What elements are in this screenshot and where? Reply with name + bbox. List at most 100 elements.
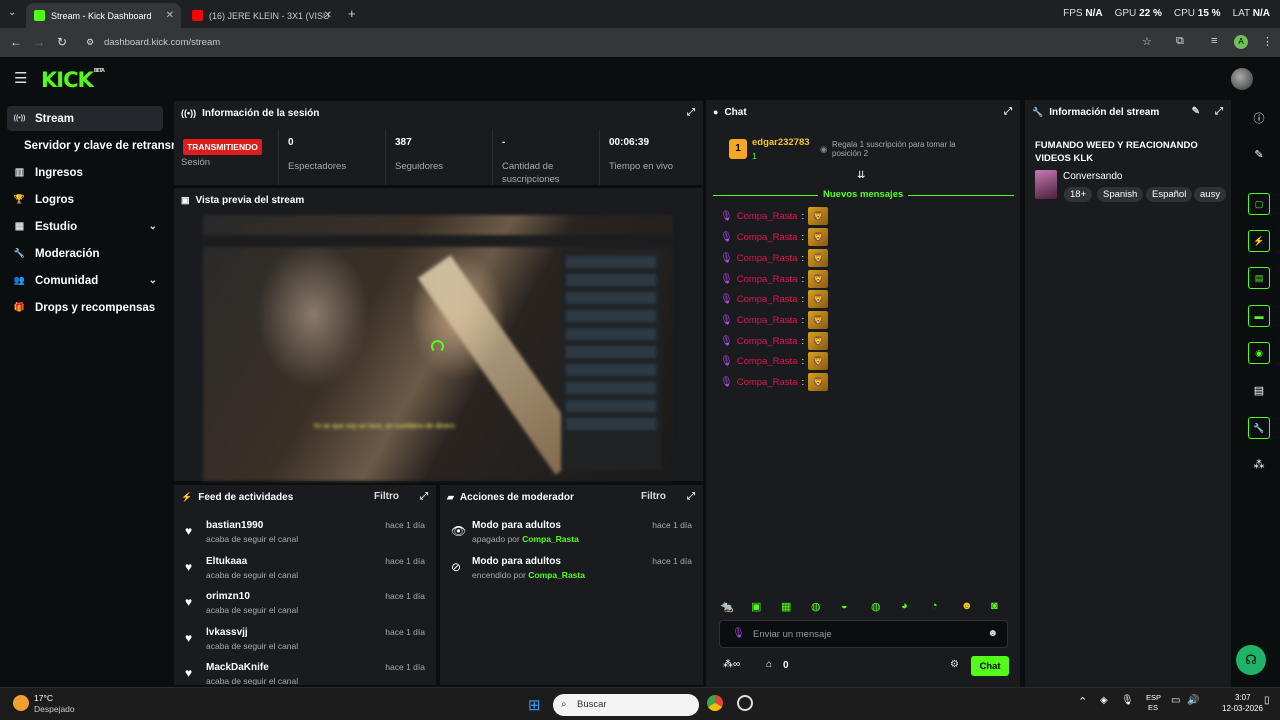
taskbar-search[interactable]: ⌕ Buscar: [553, 694, 699, 716]
sidebar-item-comunidad[interactable]: 👥 Comunidad ⌄: [7, 268, 163, 293]
stat-followers: 387 Seguidores: [395, 137, 444, 172]
language-region[interactable]: ES: [1148, 703, 1158, 712]
server-icon[interactable]: ▤: [1248, 379, 1270, 401]
tab-kick-dashboard[interactable]: Stream - Kick Dashboard ✕: [26, 3, 181, 28]
info-icon[interactable]: ⓘ: [1248, 107, 1270, 129]
sidebar-item-moderacion[interactable]: 🔧 Moderación: [7, 241, 163, 266]
wrench-icon: 🔧: [1032, 106, 1044, 117]
mic-badge-icon: 🎙: [720, 210, 733, 222]
emote-icon[interactable]: ◕: [901, 600, 908, 612]
popout-icon[interactable]: ⤢: [1004, 106, 1012, 117]
volume-icon[interactable]: 🔊: [1187, 695, 1199, 706]
reading-list-icon[interactable]: ≡: [1211, 35, 1217, 47]
document-icon[interactable]: ▤: [1248, 267, 1270, 289]
tab-search-chevron-icon[interactable]: ⌄: [8, 7, 16, 18]
emote-icon[interactable]: ☻: [961, 600, 973, 612]
popout-icon[interactable]: ⤢: [420, 491, 428, 502]
chat-viewers-count: 0: [783, 660, 789, 671]
bookmark-star-icon[interactable]: ☆: [1142, 35, 1152, 48]
url-field[interactable]: dashboard.kick.com/stream: [104, 37, 220, 48]
category-thumbnail[interactable]: [1035, 170, 1057, 199]
back-arrow-icon[interactable]: ←: [10, 35, 22, 49]
chat-message: 🎙 Compa_Rasta: 🦁: [720, 352, 829, 370]
new-messages-label: Nuevos mensajes: [818, 189, 909, 200]
pinned-user[interactable]: edgar232783: [752, 137, 810, 148]
emote-icon[interactable]: ◔: [931, 600, 938, 612]
lightning-icon: ⚡: [181, 491, 193, 502]
chat-send-button[interactable]: Chat: [971, 656, 1009, 676]
popout-icon[interactable]: ⤢: [1215, 106, 1223, 117]
list-item: ⊘ Modo para adultos encendido por Compa_…: [451, 556, 692, 580]
sidebar-item-server-key[interactable]: Servidor y clave de retransm: [7, 133, 177, 158]
close-tab-icon[interactable]: ✕: [324, 10, 332, 21]
chat-message: 🎙 Compa_Rasta: 🦁: [720, 311, 829, 329]
windows-start-icon[interactable]: ⊞: [528, 696, 541, 714]
sidebar-item-logros[interactable]: 🏆 Logros: [7, 187, 163, 212]
tray-app-icon[interactable]: ◈: [1100, 695, 1108, 706]
sidebar-item-drops[interactable]: 🎁 Drops y recompensas: [7, 295, 163, 320]
sidebar-item-estudio[interactable]: ▦ Estudio ⌄: [7, 214, 163, 239]
kick-logo[interactable]: KICKBETA: [41, 68, 105, 92]
screen-icon[interactable]: ▢: [1248, 193, 1270, 215]
chat-message-input[interactable]: 🎙 Enviar un mensaje ☻: [719, 620, 1008, 648]
reload-icon[interactable]: ↻: [57, 35, 67, 49]
weather-sun-icon[interactable]: [13, 695, 29, 711]
sidebar-item-ingresos[interactable]: ▥ Ingresos: [7, 160, 163, 185]
site-info-icon[interactable]: ⚙: [86, 37, 94, 48]
tab-youtube[interactable]: (16) JERE KLEIN - 3X1 (VISU ✕: [184, 3, 339, 28]
lightning-icon[interactable]: ⚡: [1248, 230, 1270, 252]
broadcast-icon[interactable]: ◉: [1248, 342, 1270, 364]
help-support-button[interactable]: ☊: [1236, 645, 1266, 675]
emote-icon[interactable]: ◙: [991, 600, 998, 612]
popout-icon[interactable]: ⤢: [687, 491, 695, 502]
browser-menu-icon[interactable]: ⋮: [1262, 35, 1273, 48]
notifications-icon[interactable]: ▯: [1264, 695, 1270, 706]
edit-pencil-icon[interactable]: ✎: [1248, 143, 1270, 165]
hamburger-menu-icon[interactable]: ☰: [14, 69, 27, 87]
heart-icon: ♥: [185, 560, 193, 574]
popout-icon[interactable]: ⤢: [687, 107, 695, 118]
edit-pencil-icon[interactable]: ✎: [1192, 106, 1200, 117]
emote-icon[interactable]: ◒: [841, 600, 848, 612]
wrench-icon[interactable]: 🔧: [1248, 417, 1270, 439]
store-icon[interactable]: ⌂: [766, 659, 772, 670]
filter-button[interactable]: Filtro: [374, 491, 399, 502]
clock-time[interactable]: 3:07: [1235, 693, 1251, 702]
scroll-down-icon[interactable]: ⇊: [857, 170, 865, 181]
category-name[interactable]: Conversando: [1063, 171, 1122, 182]
video-caption: Yo se que soy un loco, un cumbiero de di…: [313, 423, 455, 430]
close-tab-icon[interactable]: ✕: [166, 10, 174, 21]
chat-bubble-icon[interactable]: ▬: [1248, 305, 1270, 327]
new-tab-plus-icon[interactable]: +: [348, 6, 356, 21]
sidebar-item-stream[interactable]: ((•)) Stream: [7, 106, 163, 131]
gear-icon[interactable]: ⚙: [950, 659, 959, 670]
emoji-icon[interactable]: ☻: [987, 628, 998, 639]
users-infinite-icon[interactable]: ⁂∞: [723, 659, 740, 670]
chat-panel: ● Chat ⤢ 1 edgar232783 1 ◉ Regala 1 susc…: [706, 100, 1020, 687]
profile-avatar-icon[interactable]: A: [1234, 35, 1248, 49]
filter-button[interactable]: Filtro: [641, 491, 666, 502]
emote-icon[interactable]: ▣: [751, 600, 761, 613]
panel-title: Acciones de moderador: [459, 491, 574, 503]
live-status-badge: TRANSMITIENDO: [183, 139, 262, 155]
performance-overlay: FPS N/A GPU 22 % CPU 15 % LAT N/A: [1063, 8, 1270, 19]
user-avatar[interactable]: [1231, 68, 1253, 90]
youtube-favicon-icon: [192, 10, 203, 21]
extensions-icon[interactable]: ⧉: [1176, 35, 1184, 48]
emote-icon[interactable]: ◍: [811, 600, 821, 613]
network-icon[interactable]: ▭: [1171, 695, 1180, 706]
chrome-icon[interactable]: [707, 695, 723, 711]
emote-icon[interactable]: 🐀: [720, 600, 734, 613]
language-code[interactable]: ESP: [1146, 693, 1161, 702]
mic-icon[interactable]: 🎙: [1121, 695, 1134, 706]
mic-badge-icon: 🎙: [720, 252, 733, 264]
clock-date[interactable]: 12-03-2026: [1222, 704, 1263, 713]
emote-icon[interactable]: ▦: [781, 600, 791, 613]
forward-arrow-icon[interactable]: →: [33, 35, 45, 49]
obs-icon[interactable]: [737, 695, 753, 711]
users-icon[interactable]: ⁂: [1248, 453, 1270, 475]
list-item: 👁 Modo para adultos apagado por Compa_Ra…: [451, 520, 692, 544]
weather-temp: 17°C: [34, 693, 53, 703]
tray-icon[interactable]: ⌃: [1078, 695, 1087, 708]
emote-icon[interactable]: ◍: [871, 600, 881, 613]
